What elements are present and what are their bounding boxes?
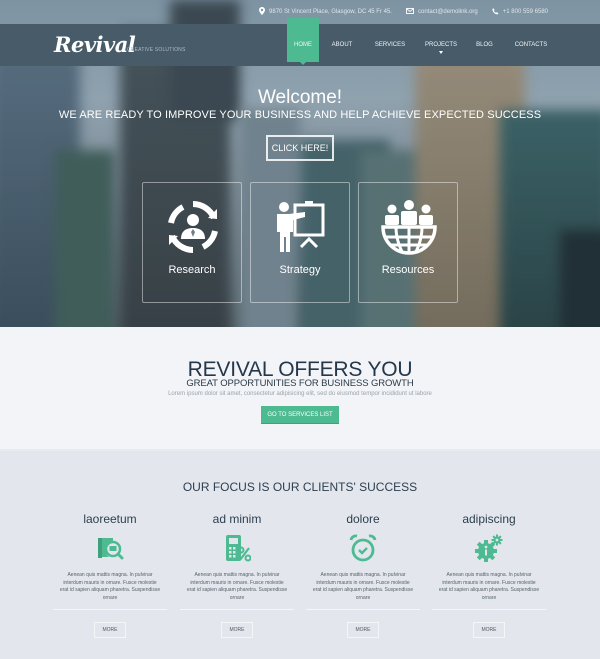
divider bbox=[53, 609, 167, 610]
presentation-icon bbox=[277, 201, 325, 252]
divider bbox=[432, 609, 546, 610]
offers-section: REVIVAL OFFERS YOU GREAT OPPORTUNITIES F… bbox=[0, 327, 600, 451]
feature-label: Resources bbox=[381, 264, 435, 276]
feature-card-resources[interactable]: Resources bbox=[358, 182, 458, 303]
focus-column: adipiscing Aenean quis mattis magna. In … bbox=[432, 511, 546, 638]
phone-item[interactable]: +1 800 559 6580 bbox=[492, 7, 548, 17]
column-text: Aenean quis mattis magna. In pulvinar in… bbox=[438, 572, 540, 601]
feature-label: Strategy bbox=[279, 264, 321, 276]
nav-item-blog[interactable]: BLOG bbox=[467, 24, 502, 66]
alarm-clock-icon bbox=[349, 534, 377, 562]
column-title: laoreetum bbox=[83, 512, 137, 526]
feature-label: Research bbox=[168, 264, 216, 276]
hero-title: Welcome! bbox=[257, 87, 343, 108]
feature-card-research[interactable]: Research bbox=[142, 182, 242, 303]
nav-item-home[interactable]: HOME bbox=[287, 18, 319, 65]
nav-item-projects-wrap: PROJECTS bbox=[415, 24, 467, 66]
more-button[interactable]: MORE bbox=[94, 622, 126, 638]
hero-subtitle: WE ARE READY TO IMPROVE YOUR BUSINESS AN… bbox=[58, 109, 542, 121]
email-item[interactable]: contact@demolink.org bbox=[406, 8, 478, 16]
focus-section: OUR FOCUS IS OUR CLIENTS' SUCCESS laoree… bbox=[0, 451, 600, 659]
email-link[interactable]: contact@demolink.org bbox=[418, 9, 478, 15]
focus-column: dolore Aenean quis mattis magna. In pulv… bbox=[306, 511, 420, 638]
focus-column: laoreetum Aenean quis mattis magna. In p… bbox=[53, 511, 167, 638]
logo-tagline: CREATIVE SOLUTIONS bbox=[127, 47, 186, 53]
calculator-percent-icon bbox=[226, 535, 251, 562]
column-text: Aenean quis mattis magna. In pulvinar in… bbox=[186, 572, 288, 601]
global-team-icon bbox=[381, 200, 437, 255]
column-title: dolore bbox=[346, 512, 380, 526]
column-text: Aenean quis mattis magna. In pulvinar in… bbox=[59, 572, 161, 601]
nav-item-about[interactable]: ABOUT bbox=[319, 24, 365, 66]
main-navbar: Revival CREATIVE SOLUTIONS HOME ABOUT SE… bbox=[0, 18, 600, 66]
divider bbox=[306, 609, 420, 610]
focus-column: ad minim Aenean quis mattis magna. In pu… bbox=[180, 511, 294, 638]
map-pin-icon bbox=[259, 7, 266, 17]
divider bbox=[180, 609, 294, 610]
search-document-icon bbox=[98, 538, 124, 560]
more-button[interactable]: MORE bbox=[473, 622, 505, 638]
main-menu: HOME ABOUT SERVICES PROJECTS BLOG CONTAC… bbox=[287, 18, 560, 66]
feature-card-strategy[interactable]: Strategy bbox=[250, 182, 350, 303]
focus-title: OUR FOCUS IS OUR CLIENTS' SUCCESS bbox=[182, 480, 418, 494]
phone-link[interactable]: +1 800 559 6580 bbox=[503, 9, 548, 15]
address-text: 9870 St Vincent Place, Glasgow, DC 45 Fr… bbox=[269, 9, 392, 15]
address-item: 9870 St Vincent Place, Glasgow, DC 45 Fr… bbox=[259, 7, 392, 17]
click-here-button[interactable]: CLICK HERE! bbox=[266, 135, 334, 161]
offers-subtitle: GREAT OPPORTUNITIES FOR BUSINESS GROWTH bbox=[186, 378, 414, 389]
envelope-icon bbox=[406, 8, 414, 16]
nav-item-services[interactable]: SERVICES bbox=[365, 24, 415, 66]
offers-text: Lorem ipsum dolor sit amet, consectetur … bbox=[168, 391, 432, 397]
column-title: ad minim bbox=[212, 512, 262, 526]
more-button[interactable]: MORE bbox=[221, 622, 253, 638]
column-text: Aenean quis mattis magna. In pulvinar in… bbox=[312, 572, 414, 601]
research-cycle-icon bbox=[168, 201, 218, 253]
gears-info-icon bbox=[475, 534, 503, 562]
hero-section: 9870 St Vincent Place, Glasgow, DC 45 Fr… bbox=[0, 0, 600, 327]
chevron-down-icon[interactable] bbox=[439, 51, 443, 54]
more-button[interactable]: MORE bbox=[347, 622, 379, 638]
logo[interactable]: Revival bbox=[54, 32, 136, 57]
column-title: adipiscing bbox=[462, 512, 516, 526]
nav-item-contacts[interactable]: CONTACTS bbox=[502, 24, 560, 66]
go-to-services-button[interactable]: GO TO SERVICES LIST bbox=[261, 406, 339, 424]
nav-item-projects[interactable]: PROJECTS bbox=[415, 24, 467, 66]
phone-icon bbox=[492, 7, 499, 17]
